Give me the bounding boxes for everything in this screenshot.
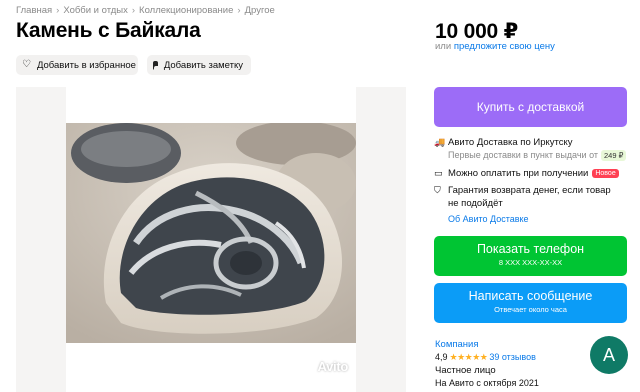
page-title: Камень с Байкала: [16, 19, 201, 42]
guarantee-line1: Гарантия возврата денег, если товар: [448, 185, 611, 196]
first-delivery-text: Первые доставки в пункт выдачи от: [448, 150, 599, 160]
avatar[interactable]: A: [590, 336, 628, 374]
wallet-icon: ▭: [434, 168, 443, 178]
breadcrumb-separator: ›: [131, 5, 136, 16]
rating-stars-icon: ★★★★★: [449, 352, 488, 362]
offer-price-link[interactable]: предложите свою цену: [454, 41, 555, 52]
write-message-button[interactable]: Написать сообщение Отвечает около часа: [434, 283, 627, 323]
breadcrumb-item-hobby[interactable]: Хобби и отдых: [63, 5, 128, 16]
first-delivery-price: 249 ₽: [601, 150, 627, 161]
guarantee-info: ⛉ Гарантия возврата денег, если товар: [434, 185, 611, 196]
response-time: Отвечает около часа: [494, 305, 567, 314]
add-to-favorites-label: Добавить в избранное: [36, 59, 136, 71]
avito-watermark: Avito: [306, 359, 348, 374]
pay-on-receive-text: Можно оплатить при получении: [448, 168, 589, 179]
add-note-button[interactable]: Добавить заметку: [147, 55, 251, 75]
breadcrumb: Главная › Хобби и отдых › Коллекционирование…: [16, 5, 275, 16]
show-phone-label: Показать телефон: [476, 242, 585, 256]
buy-with-delivery-button[interactable]: Купить с доставкой: [434, 87, 627, 127]
first-delivery-info: Первые доставки в пункт выдачи от 249 ₽: [448, 150, 627, 161]
breadcrumb-separator: ›: [237, 5, 241, 16]
breadcrumb-item-other[interactable]: Другое: [245, 5, 275, 16]
delivery-title: Авито Доставка по Иркутску: [448, 137, 573, 148]
stone-photo[interactable]: [66, 123, 356, 343]
breadcrumb-item-collecting[interactable]: Коллекционирование: [139, 5, 233, 16]
reviews-link[interactable]: 39 отзывов: [489, 352, 536, 362]
show-phone-button[interactable]: Показать телефон 8 XXX XXX-XX-XX: [434, 236, 627, 276]
avito-logo-icon: [306, 363, 316, 372]
price-offer: или предложите свою цену: [435, 41, 555, 52]
add-to-favorites-button[interactable]: ♡ Добавить в избранное: [16, 55, 138, 75]
seller-since: На Авито с октября 2021: [435, 378, 539, 388]
seller-rating: 4,9 ★★★★★ 39 отзывов: [435, 352, 536, 363]
new-badge: Новое: [592, 169, 619, 178]
pay-on-receive: ▭ Можно оплатить при получении Новое: [434, 168, 619, 179]
breadcrumb-separator: ›: [56, 5, 60, 16]
guarantee-line2: не подойдёт: [448, 198, 503, 209]
shield-icon: ⛉: [434, 185, 441, 195]
seller-type-link[interactable]: Компания: [435, 339, 478, 350]
watermark-text: Avito: [317, 359, 348, 374]
about-delivery-link[interactable]: Об Авито Доставке: [448, 214, 529, 224]
truck-icon: 🚚: [434, 137, 446, 147]
heart-icon: ♡: [22, 59, 31, 70]
seller-name[interactable]: Частное лицо: [435, 365, 496, 376]
price-or-text: или: [435, 41, 452, 52]
phone-number: 8 XXX XXX-XX-XX: [498, 258, 563, 267]
image-gallery[interactable]: Avito: [16, 87, 406, 392]
write-message-label: Написать сообщение: [468, 289, 593, 303]
add-note-label: Добавить заметку: [163, 59, 243, 71]
note-icon: [153, 60, 158, 70]
rating-value: 4,9: [435, 352, 448, 362]
photo-frame: Avito: [66, 87, 356, 392]
breadcrumb-item-home[interactable]: Главная: [16, 5, 52, 16]
delivery-info: 🚚 Авито Доставка по Иркутску: [434, 137, 573, 148]
